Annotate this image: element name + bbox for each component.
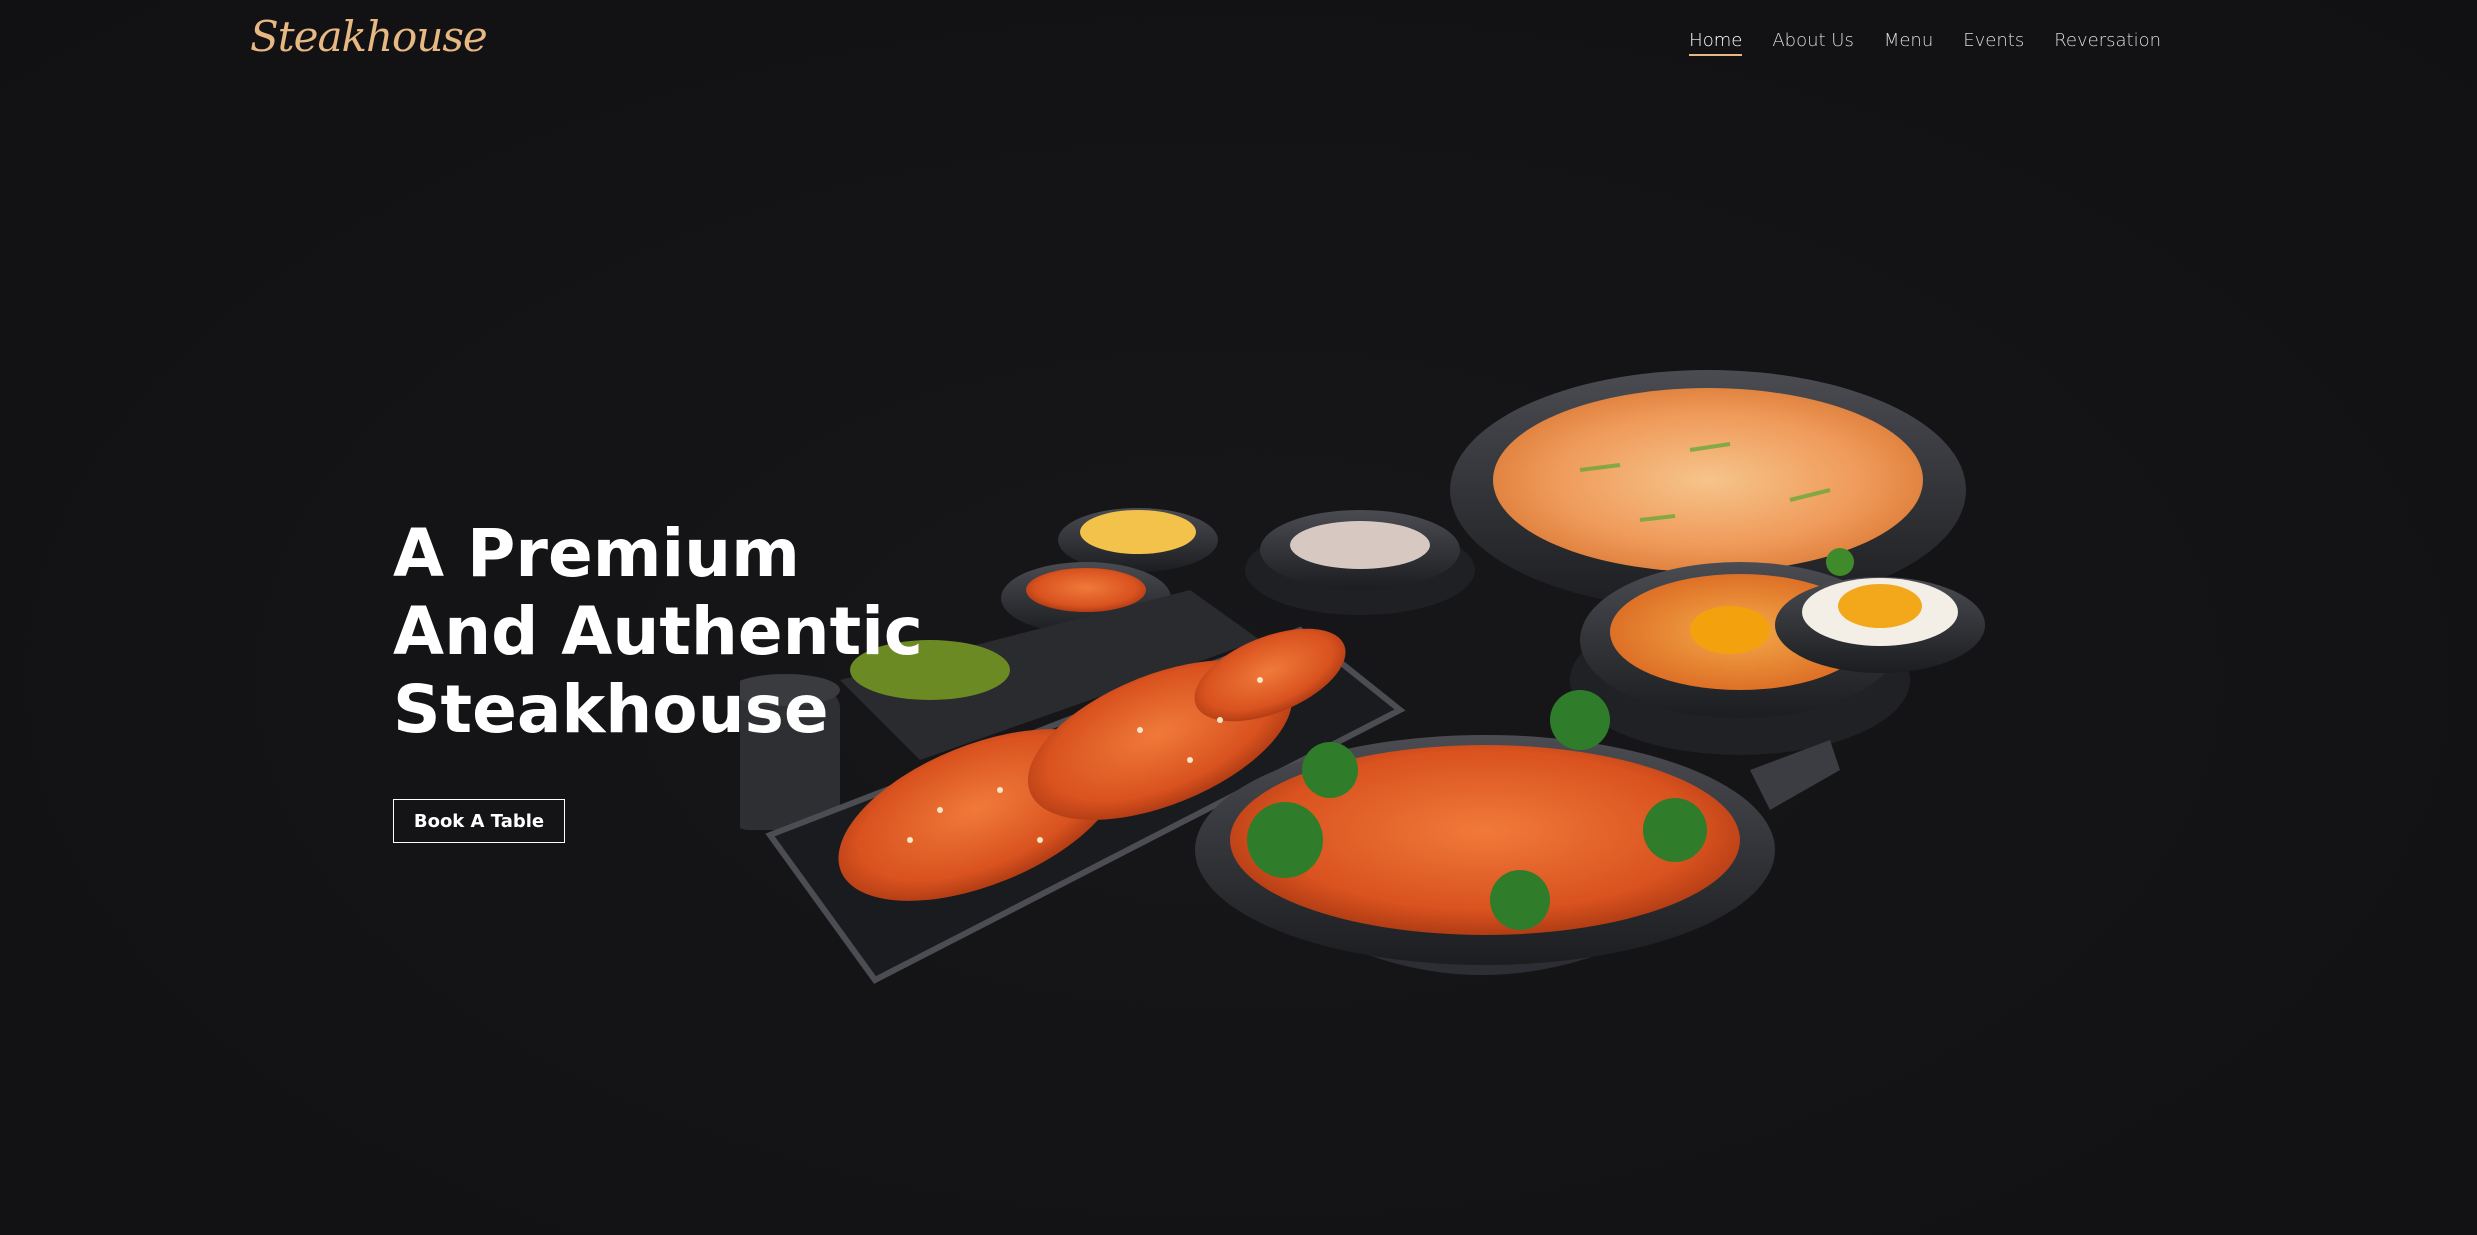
pancake [1493, 388, 1923, 572]
main-nav: Home About Us Menu Events Reversation [1689, 30, 2161, 56]
page: Steakhouse Home About Us Menu Events Rev… [0, 0, 2477, 1235]
nav-item-reversation[interactable]: Reversation [2054, 30, 2161, 56]
nav-item-menu[interactable]: Menu [1884, 30, 1933, 56]
book-a-table-button[interactable]: Book A Table [393, 799, 565, 843]
nav-item-about-us[interactable]: About Us [1772, 30, 1854, 56]
logo[interactable]: Steakhouse [250, 12, 488, 61]
hero-title: A Premium And Authentic Steakhouse [393, 515, 923, 749]
hero-title-line-2: And Authentic [393, 593, 923, 670]
hero-title-line-1: A Premium [393, 515, 800, 592]
nav-item-home[interactable]: Home [1689, 30, 1743, 56]
nav-item-events[interactable]: Events [1963, 30, 2024, 56]
food-spread-image [740, 370, 1985, 984]
hero-title-line-3: Steakhouse [393, 671, 829, 748]
